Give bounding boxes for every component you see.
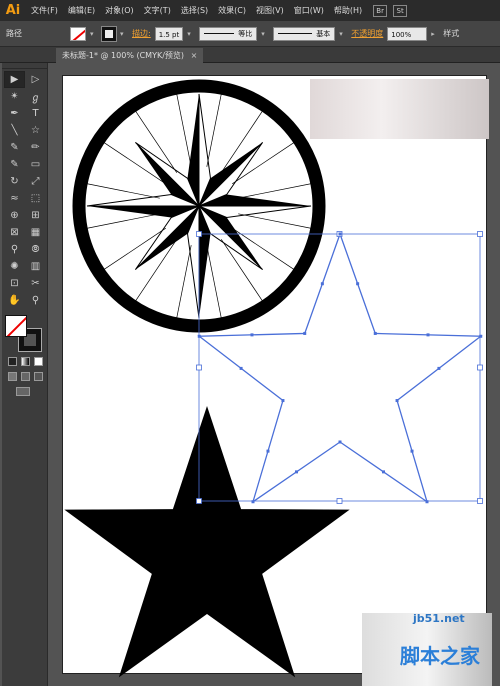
selected-star-group[interactable] xyxy=(196,231,483,504)
rose-guide-line xyxy=(206,245,222,318)
anchor-point[interactable] xyxy=(381,470,385,474)
anchor-point[interactable] xyxy=(410,449,414,453)
anchor-point[interactable] xyxy=(479,334,483,338)
rose-guide-line xyxy=(238,213,311,229)
anchor-point[interactable] xyxy=(250,333,254,337)
resize-handle[interactable] xyxy=(196,498,202,504)
blurred-region xyxy=(310,79,489,139)
watermark-name: 脚本之家 xyxy=(400,644,480,668)
anchor-point[interactable] xyxy=(373,331,377,335)
resize-handle[interactable] xyxy=(477,364,483,371)
anchor-point[interactable] xyxy=(395,399,399,403)
anchor-point[interactable] xyxy=(320,282,324,286)
anchor-point[interactable] xyxy=(239,366,243,370)
anchor-point[interactable] xyxy=(426,333,430,337)
filled-star[interactable] xyxy=(64,406,350,678)
rose-guide-line xyxy=(176,245,192,318)
rose-guide-line xyxy=(87,213,160,229)
anchor-point[interactable] xyxy=(281,399,285,403)
resize-handle[interactable] xyxy=(196,231,202,237)
anchor-point[interactable] xyxy=(338,440,342,444)
rose-guide-line xyxy=(87,183,160,199)
anchor-point[interactable] xyxy=(338,232,342,236)
anchor-point[interactable] xyxy=(303,331,307,335)
anchor-point[interactable] xyxy=(197,334,201,338)
anchor-points[interactable] xyxy=(197,232,483,504)
rose-guide-line xyxy=(176,94,192,167)
anchor-point[interactable] xyxy=(295,470,299,474)
anchor-point[interactable] xyxy=(266,449,270,453)
watermark-site: jb51.net xyxy=(413,612,465,625)
rose-guide-line xyxy=(238,183,311,199)
anchor-point[interactable] xyxy=(437,366,441,370)
rose-guide-line xyxy=(206,94,222,167)
anchor-point[interactable] xyxy=(251,500,255,504)
anchor-point[interactable] xyxy=(356,282,360,286)
resize-handle[interactable] xyxy=(336,498,343,504)
resize-handle[interactable] xyxy=(477,231,483,237)
resize-handle[interactable] xyxy=(196,364,202,371)
anchor-point[interactable] xyxy=(425,500,429,504)
resize-handle[interactable] xyxy=(477,498,483,504)
